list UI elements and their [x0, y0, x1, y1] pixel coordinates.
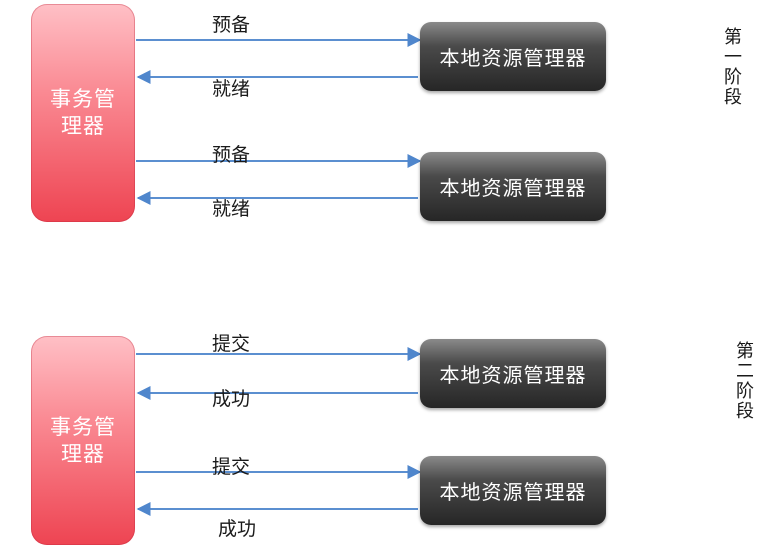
request-label-p2-2: 提交 [212, 456, 251, 478]
request-label-p1-2: 预备 [212, 144, 251, 166]
two-phase-commit-diagram: 事务管理器 本地资源管理器 本地资源管理器 预备 就绪 预备 就绪 第一阶段 事… [0, 0, 774, 545]
resource-manager-p2-2: 本地资源管理器 [420, 456, 606, 525]
response-label-p2-1: 成功 [212, 388, 251, 410]
response-label-p2-2: 成功 [218, 518, 257, 540]
resource-manager-label: 本地资源管理器 [439, 480, 587, 504]
response-label-p1-2: 就绪 [212, 198, 251, 220]
resource-manager-label: 本地资源管理器 [439, 176, 587, 200]
transaction-manager-phase2: 事务管理器 [31, 336, 135, 545]
transaction-manager-label: 事务管理器 [50, 414, 116, 466]
request-label-p1-1: 预备 [212, 14, 251, 36]
phase2-label: 第二阶段 [736, 341, 754, 422]
resource-manager-p1-1: 本地资源管理器 [420, 22, 606, 91]
response-label-p1-1: 就绪 [212, 78, 251, 100]
phase1-label: 第一阶段 [724, 27, 742, 108]
transaction-manager-label: 事务管理器 [50, 87, 116, 138]
resource-manager-label: 本地资源管理器 [439, 363, 587, 387]
request-label-p2-1: 提交 [212, 333, 251, 355]
transaction-manager-phase1: 事务管理器 [31, 4, 135, 222]
resource-manager-p1-2: 本地资源管理器 [420, 152, 606, 221]
resource-manager-label: 本地资源管理器 [439, 46, 587, 70]
resource-manager-p2-1: 本地资源管理器 [420, 339, 606, 408]
